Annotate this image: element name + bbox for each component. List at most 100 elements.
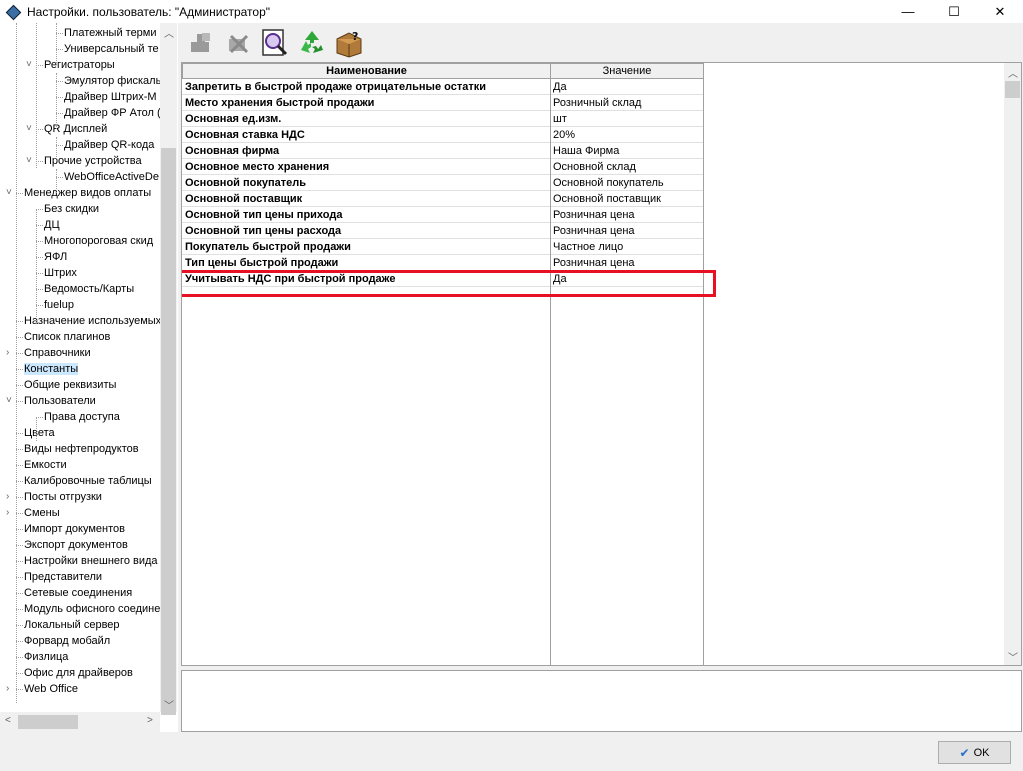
expanded-chevron-icon[interactable]: ˅ [26, 57, 32, 73]
constants-grid[interactable]: Наименование Значение Запретить в быстро… [181, 62, 1022, 666]
tree-item[interactable]: Драйвер QR-кода [64, 137, 154, 153]
grid-vertical-scrollbar[interactable]: ︿ ﹀ [1004, 63, 1021, 665]
tree-item[interactable]: Назначение используемых [24, 313, 160, 329]
tree-item[interactable]: Менеджер видов оплаты [24, 185, 151, 201]
tree-item[interactable]: Драйвер ФР Атол ( [64, 105, 160, 121]
tree-item[interactable]: Виды нефтепродуктов [24, 441, 139, 457]
collapsed-chevron-icon[interactable]: › [6, 681, 9, 697]
ok-button[interactable]: ✔ OK [938, 741, 1011, 764]
tree-item[interactable]: Регистраторы [44, 57, 115, 73]
refresh-button[interactable] [295, 26, 329, 60]
tree-item[interactable]: Цвета [24, 425, 55, 441]
tree-item[interactable]: Без скидки [44, 201, 99, 217]
tree-guide-line [56, 169, 57, 193]
constant-value-cell[interactable]: Розничная цена [550, 255, 703, 271]
tree-item[interactable]: WebOfficeActiveDe [64, 169, 159, 185]
constant-value-cell[interactable]: Основной поставщик [550, 191, 703, 207]
collapsed-chevron-icon[interactable]: › [6, 489, 9, 505]
settings-tree[interactable]: Платежный терми Универсальный те Регистрат… [0, 23, 178, 732]
delete-button[interactable] [221, 26, 255, 60]
tree-item[interactable]: Пользователи [24, 393, 96, 409]
tree-item[interactable]: ЯФЛ [44, 249, 67, 265]
tree-item[interactable]: Универсальный те [64, 41, 159, 57]
tree-connector [16, 641, 23, 642]
constant-value-cell[interactable]: Частное лицо [550, 239, 703, 255]
tree-item[interactable]: Импорт документов [24, 521, 125, 537]
tree-item[interactable]: fuelup [44, 297, 74, 313]
tree-item[interactable]: Форвард мобайл [24, 633, 110, 649]
scroll-up-icon[interactable]: ︿ [164, 25, 174, 40]
tree-vertical-scrollbar[interactable]: ︿ ﹀ [160, 23, 177, 715]
tree-item-label: Справочники [24, 347, 91, 359]
tree-item[interactable]: Посты отгрузки [24, 489, 102, 505]
column-header-value[interactable]: Значение [550, 63, 704, 79]
tree-item[interactable]: Смены [24, 505, 60, 521]
tree-connector [16, 609, 23, 610]
scroll-left-icon[interactable]: < [5, 715, 11, 726]
tree-item[interactable]: Калибровочные таблицы [24, 473, 152, 489]
tree-connector [36, 305, 43, 306]
tree-connector [16, 529, 23, 530]
tree-item-label: Физлица [24, 651, 69, 663]
expanded-chevron-icon[interactable]: ˅ [6, 393, 12, 409]
scroll-thumb[interactable] [18, 715, 78, 729]
scroll-up-icon[interactable]: ︿ [1008, 65, 1018, 80]
tree-item[interactable]: Настройки внешнего вида [24, 553, 158, 569]
tree-item[interactable]: Сетевые соединения [24, 585, 132, 601]
tree-item[interactable]: ДЦ [44, 217, 60, 233]
constant-value-cell[interactable]: Розничная цена [550, 207, 703, 223]
constant-value-cell[interactable]: Розничная цена [550, 223, 703, 239]
tree-item[interactable]: Экспорт документов [24, 537, 128, 553]
tree-item-label: Форвард мобайл [24, 635, 111, 647]
scroll-thumb[interactable] [1005, 81, 1020, 98]
tree-item[interactable]: Справочники [24, 345, 91, 361]
tree-item[interactable]: Офис для драйверов [24, 665, 133, 681]
tree-horizontal-scrollbar[interactable]: < > [0, 712, 160, 732]
tree-item[interactable]: Web Office [24, 681, 78, 697]
column-header-name[interactable]: Наименование [182, 63, 551, 79]
constant-value-cell[interactable]: шт [550, 111, 703, 127]
tree-item[interactable]: Драйвер Штрих-М [64, 89, 157, 105]
description-pane[interactable] [181, 670, 1022, 732]
maximize-button[interactable]: ☐ [931, 0, 977, 23]
tree-item[interactable]: Платежный терми [64, 25, 157, 41]
scroll-right-icon[interactable]: > [147, 715, 153, 726]
collapsed-chevron-icon[interactable]: › [6, 505, 9, 521]
minimize-button[interactable]: — [885, 0, 931, 23]
collapsed-chevron-icon[interactable]: › [6, 345, 9, 361]
scroll-thumb[interactable] [161, 148, 176, 715]
tree-item[interactable]: Емкости [24, 457, 67, 473]
constant-value-cell[interactable]: Да [550, 79, 703, 95]
constant-value-cell[interactable]: Основной покупатель [550, 175, 703, 191]
tree-item[interactable]: Эмулятор фискаль [64, 73, 160, 89]
tree-item[interactable]: QR Дисплей [44, 121, 107, 137]
expanded-chevron-icon[interactable]: ˅ [26, 121, 32, 137]
help-button[interactable]: ? [332, 26, 366, 60]
close-button[interactable]: ✕ [977, 0, 1023, 23]
tree-item-label: Общие реквизиты [24, 379, 117, 391]
add-button[interactable] [184, 26, 218, 60]
tree-item[interactable]: Физлица [24, 649, 68, 665]
tree-item[interactable]: Общие реквизиты [24, 377, 116, 393]
tree-item[interactable]: Представители [24, 569, 102, 585]
tree-item[interactable]: Константы [24, 361, 79, 377]
tree-item[interactable]: Многопороговая скид [44, 233, 153, 249]
tree-item[interactable]: Локальный сервер [24, 617, 120, 633]
tree-item[interactable]: Штрих [44, 265, 77, 281]
constant-value-cell[interactable]: 20% [550, 127, 703, 143]
expanded-chevron-icon[interactable]: ˅ [26, 153, 32, 169]
constant-value-cell[interactable]: Наша Фирма [550, 143, 703, 159]
expanded-chevron-icon[interactable]: ˅ [6, 185, 12, 201]
tree-item[interactable]: Ведомость/Карты [44, 281, 134, 297]
constant-value-cell[interactable]: Основной склад [550, 159, 703, 175]
scroll-down-icon[interactable]: ﹀ [1008, 649, 1018, 664]
tree-item[interactable]: Список плагинов [24, 329, 110, 345]
scroll-down-icon[interactable]: ﹀ [164, 697, 174, 712]
constant-value-cell[interactable]: Розничный склад [550, 95, 703, 111]
search-button[interactable] [258, 26, 292, 60]
constant-name-cell: Покупатель быстрой продажи [182, 239, 550, 255]
tree-item[interactable]: Модуль офисного соедине [24, 601, 160, 617]
tree-item-label: ЯФЛ [44, 251, 68, 263]
tree-item[interactable]: Права доступа [44, 409, 120, 425]
tree-item[interactable]: Прочие устройства [44, 153, 142, 169]
